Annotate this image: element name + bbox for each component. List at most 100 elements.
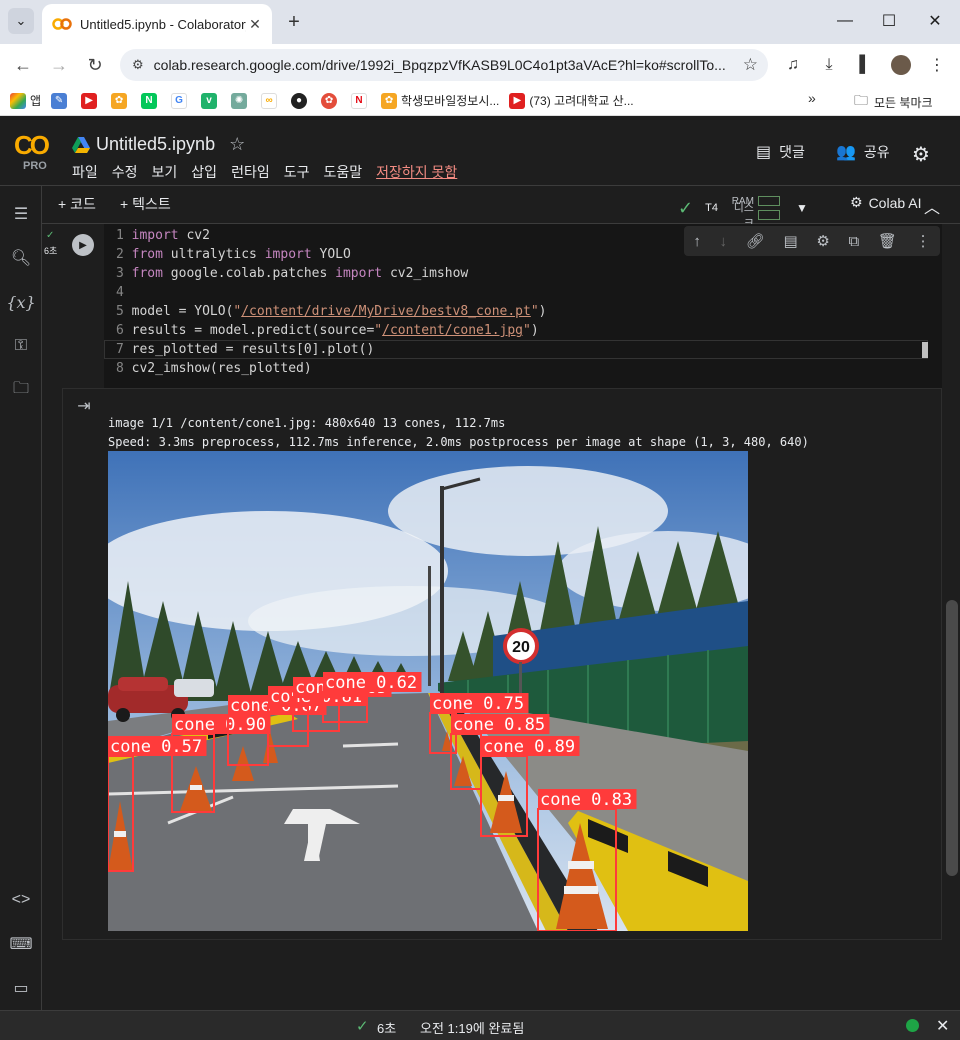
delete-cell-icon[interactable]: 🗑︎ — [878, 232, 897, 250]
colab-favicon-icon — [52, 18, 72, 30]
close-status-icon[interactable]: ✕ — [936, 1016, 949, 1036]
bookmark-naver[interactable]: N — [141, 92, 161, 109]
share-people-icon: 👥 — [836, 144, 856, 161]
bookmark-red-circle[interactable]: ✿ — [321, 92, 341, 109]
reload-icon[interactable]: ↻ — [82, 52, 108, 78]
close-tab-icon[interactable]: ✕ — [246, 15, 264, 33]
bookmark-apps[interactable]: 앱 — [10, 92, 41, 109]
editor-scrollbar[interactable] — [922, 342, 928, 358]
naver-icon: N — [141, 92, 158, 109]
menu-edit[interactable]: 수정 — [112, 162, 138, 182]
tab-search-button[interactable]: ⌄ — [8, 8, 34, 34]
download-icon[interactable]: ⤓ — [816, 52, 842, 78]
command-palette-icon[interactable]: ⌨ — [9, 932, 33, 956]
bookmark-v[interactable]: v — [201, 92, 221, 109]
line-number: 6 — [116, 323, 124, 338]
menu-file[interactable]: 파일 — [72, 162, 98, 182]
more-bookmarks-icon[interactable]: » — [808, 90, 816, 106]
menu-tools[interactable]: 도구 — [284, 162, 310, 182]
notebook-title-area: Untitled5.ipynb ☆ — [72, 134, 245, 155]
cell-settings-icon[interactable]: ⚙ — [816, 232, 829, 250]
mirror-cell-icon[interactable]: ⧉ — [848, 233, 859, 250]
terminal-icon[interactable]: ▭ — [9, 976, 33, 1000]
link-icon[interactable]: 🔗︎ — [746, 232, 765, 250]
output-actions-icon[interactable]: ⇥ — [74, 396, 94, 416]
folder-label: 모든 북마크 — [874, 95, 933, 110]
status-bar: ✓ 6초 오전 1:19에 완료됨 ✕ — [0, 1010, 960, 1040]
code-line: 8 cv2_imshow(res_plotted) — [116, 361, 312, 380]
code-token: ) — [538, 304, 547, 319]
code-token: from — [131, 266, 163, 281]
url-text: colab.research.google.com/drive/1992i_Bp… — [153, 57, 726, 73]
minimize-icon[interactable]: — — [830, 8, 860, 34]
code-token: ultralytics — [162, 247, 265, 262]
runtime-dropdown-icon[interactable]: ▼ — [796, 201, 808, 215]
search-icon[interactable]: 🔍︎ — [9, 246, 33, 270]
menu-insert[interactable]: 삽입 — [191, 162, 217, 182]
github-icon: ● — [291, 92, 308, 109]
new-tab-button[interactable]: + — [282, 10, 306, 34]
bookmark-chatgpt[interactable]: ✺ — [231, 92, 251, 109]
line-number: 2 — [116, 247, 124, 262]
bookmark-star-icon[interactable]: ☆ — [743, 55, 758, 75]
bookmark-google[interactable]: G — [171, 92, 191, 109]
code-token: YOLO — [311, 247, 351, 262]
menu-runtime[interactable]: 런타임 — [231, 162, 270, 182]
cell-exec-time: 6초 — [44, 246, 58, 256]
cell-more-icon[interactable]: ⋮ — [916, 232, 931, 250]
resources-indicator[interactable]: ✓ T4 RAM 디스크 ▼ — [678, 194, 808, 231]
site-info-icon[interactable]: ⚙ — [132, 57, 144, 73]
forward-icon[interactable]: → — [46, 52, 72, 78]
code-token: google.colab.patches — [162, 266, 336, 281]
add-text-button[interactable]: + 텍스트 — [120, 194, 171, 214]
bookmark-student-info[interactable]: ✿ 학생모바일정보시... — [381, 92, 499, 109]
code-token: res_plotted = results[0].plot() — [131, 342, 375, 357]
bookmark-label: (73) 고려대학교 산... — [529, 94, 634, 108]
run-cell-button[interactable]: ▶ — [72, 234, 94, 256]
share-button[interactable]: 👥 공유 — [836, 142, 890, 162]
code-token: import — [335, 266, 383, 281]
colab-logo[interactable]: CO PRO — [14, 130, 58, 178]
all-bookmarks-folder[interactable]: 🗀 모든 북마크 — [854, 90, 933, 114]
page-scrollbar[interactable] — [946, 600, 958, 876]
bookmark-github[interactable]: ● — [291, 92, 311, 109]
notebook-title[interactable]: Untitled5.ipynb — [96, 134, 215, 155]
close-window-icon[interactable]: ✕ — [920, 8, 950, 34]
browser-tab-colab[interactable]: Untitled5.ipynb - Colaboratory ✕ — [42, 4, 272, 44]
settings-gear-icon[interactable]: ⚙ — [912, 142, 930, 167]
collapse-header-icon[interactable]: ︿ — [924, 194, 940, 218]
line-number: 7 — [116, 342, 124, 357]
bookmark-youtube[interactable]: ▶ — [81, 92, 101, 109]
move-up-icon[interactable]: ↑ — [693, 233, 701, 250]
add-code-button[interactable]: + 코드 — [58, 194, 96, 214]
maximize-icon[interactable]: ☐ — [874, 8, 904, 34]
address-bar[interactable]: ⚙ colab.research.google.com/drive/1992i_… — [120, 49, 768, 81]
secrets-key-icon[interactable]: ⚿ — [9, 334, 33, 358]
menu-help[interactable]: 도움말 — [323, 162, 362, 182]
move-down-icon[interactable]: ↓ — [720, 233, 728, 250]
code-line: 3 from google.colab.patches import cv2_i… — [116, 266, 468, 285]
menu-view[interactable]: 보기 — [152, 162, 178, 182]
bookmark-flower-1[interactable]: ✿ — [111, 92, 131, 109]
star-notebook-icon[interactable]: ☆ — [229, 134, 245, 155]
variables-icon[interactable]: {x} — [6, 290, 35, 314]
colab-ai-button[interactable]: ⚙ Colab AI — [850, 194, 922, 211]
unsaved-warning[interactable]: 저장하지 못함 — [376, 162, 457, 182]
bookmark-netflix[interactable]: N — [351, 92, 371, 109]
bookmark-colab[interactable]: ∞ — [261, 92, 281, 109]
netflix-icon: N — [351, 92, 368, 109]
bookmark-icon-1[interactable]: ✎ — [51, 92, 71, 109]
comment-cell-icon[interactable]: ▤ — [783, 232, 797, 250]
code-line: 5 model = YOLO("/content/drive/MyDrive/b… — [116, 304, 546, 323]
media-control-icon[interactable]: ♫ — [780, 52, 806, 78]
table-of-contents-icon[interactable]: ☰ — [9, 202, 33, 226]
code-snippets-icon[interactable]: <> — [9, 888, 33, 912]
comment-icon: ▤ — [756, 144, 772, 161]
bookmark-youtube-korea[interactable]: ▶ (73) 고려대학교 산... — [509, 92, 634, 109]
comment-button[interactable]: ▤ 댓글 — [756, 142, 805, 162]
browser-menu-icon[interactable]: ⋮ — [924, 52, 950, 78]
files-folder-icon[interactable]: 🗀 — [9, 378, 33, 402]
side-panel-icon[interactable]: ▌ — [852, 52, 878, 78]
profile-avatar[interactable] — [888, 52, 914, 78]
back-icon[interactable]: ← — [10, 52, 36, 78]
